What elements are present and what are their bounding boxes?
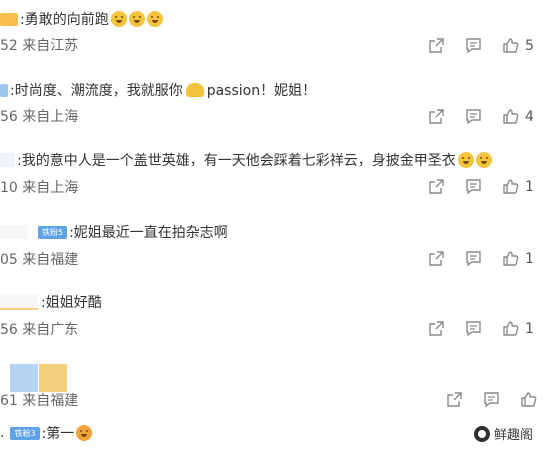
comment-body: :时尚度、潮流度，我就服你 passion！妮姐！	[0, 78, 316, 102]
comment-text: :我的意中人是一个盖世英雄，有一天他会踩着七彩祥云，身披金甲圣衣	[17, 153, 456, 169]
folded-hands-emoji-icon	[185, 83, 204, 97]
comment-location: 来自江苏	[22, 38, 79, 54]
comment-text: :姐姐好酷	[41, 295, 102, 311]
comment-text: :时尚度、潮流度，我就服你	[10, 83, 183, 99]
comment-image[interactable]	[10, 364, 38, 392]
thumbs-up-icon[interactable]	[502, 250, 519, 267]
laugh-cry-emoji-icon	[457, 152, 474, 168]
share-icon[interactable]	[446, 391, 463, 408]
comment-body: . 铁粉3 :第一	[0, 421, 93, 445]
watermark: 鲜趣阁	[473, 424, 533, 443]
laugh-cry-emoji-icon	[110, 11, 127, 27]
comment-icon[interactable]	[465, 320, 482, 337]
comment-text-tail: passion！妮姐！	[206, 83, 317, 99]
laugh-cry-emoji-icon	[475, 152, 492, 168]
avatar-fragment	[0, 294, 38, 310]
comment-location: 来自福建	[22, 393, 79, 409]
laugh-cry-emoji-icon	[128, 11, 145, 27]
comment-actions: 1	[428, 178, 535, 195]
comment-actions: 5	[428, 37, 535, 54]
comment-icon[interactable]	[465, 178, 482, 195]
share-icon[interactable]	[428, 108, 445, 125]
comment-icon[interactable]	[465, 250, 482, 267]
comment-text: :勇敢的向前跑	[20, 12, 109, 28]
share-icon[interactable]	[428, 250, 445, 267]
share-icon[interactable]	[428, 37, 445, 54]
thumbs-up-icon[interactable]	[502, 178, 519, 195]
party-emoji-icon	[76, 425, 93, 441]
share-icon[interactable]	[428, 178, 445, 195]
comment-actions: 1	[428, 320, 535, 337]
comment-meta: 56 来自广东	[0, 322, 79, 338]
comment-location: 来自上海	[22, 180, 79, 196]
comment-location: 来自上海	[22, 109, 79, 125]
fan-badge: 铁粉3	[10, 426, 40, 440]
thumbs-up-icon[interactable]	[520, 391, 537, 408]
avatar-fragment	[0, 225, 28, 239]
comment-icon[interactable]	[465, 108, 482, 125]
comment-body: :勇敢的向前跑	[0, 7, 163, 31]
comment-meta: 10 来自上海	[0, 180, 79, 196]
comment-actions	[446, 391, 537, 408]
comment-meta: 52 来自江苏	[0, 38, 79, 54]
avatar-fragment	[0, 153, 14, 167]
comment-text: :妮姐最近一直在拍杂志啊	[69, 225, 228, 241]
fan-badge: 铁粉5	[38, 225, 68, 239]
comment-actions: 1	[428, 250, 535, 267]
comment-icon[interactable]	[483, 391, 500, 408]
comment-meta: 56 来自上海	[0, 109, 79, 125]
comment-body: :我的意中人是一个盖世英雄，有一天他会踩着七彩祥云，身披金甲圣衣	[0, 148, 492, 172]
share-icon[interactable]	[428, 320, 445, 337]
like-count: 1	[525, 320, 534, 337]
comment-actions: 4	[428, 108, 535, 125]
comment-location: 来自福建	[22, 252, 79, 268]
watermark-logo-icon	[473, 425, 490, 442]
thumbs-up-icon[interactable]	[502, 37, 519, 54]
comment-meta: 61 来自福建	[0, 393, 79, 409]
thumbs-up-icon[interactable]	[502, 108, 519, 125]
comment-location: 来自广东	[22, 322, 79, 338]
fan-badge	[0, 83, 8, 97]
comment-meta: 05 来自福建	[0, 252, 79, 268]
comment-icon[interactable]	[465, 37, 482, 54]
like-count: 5	[525, 37, 534, 54]
comment-image[interactable]	[39, 364, 67, 392]
comment-body: 铁粉5 :妮姐最近一直在拍杂志啊	[0, 220, 228, 244]
like-count: 4	[525, 108, 534, 125]
thumbs-up-icon[interactable]	[502, 320, 519, 337]
laugh-cry-emoji-icon	[146, 11, 163, 27]
comment-text: :第一	[41, 426, 75, 442]
like-count: 1	[525, 250, 534, 267]
fan-badge	[0, 12, 18, 26]
like-count: 1	[525, 178, 534, 195]
comment-body: :姐姐好酷	[0, 290, 102, 314]
